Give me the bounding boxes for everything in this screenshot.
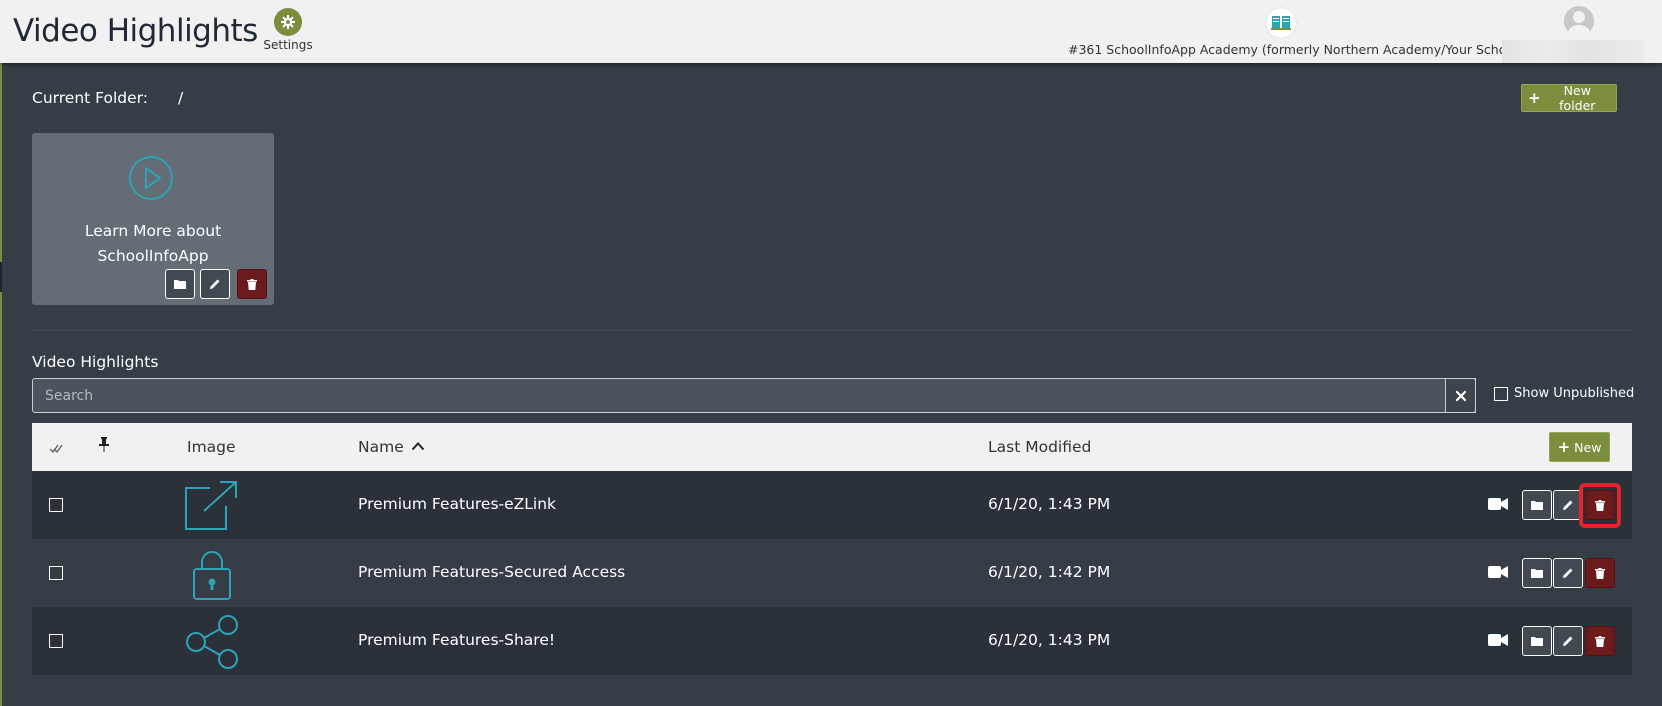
pencil-icon <box>1563 636 1573 646</box>
edit-button[interactable] <box>1553 626 1583 656</box>
current-folder-path: / <box>178 89 184 107</box>
share-icon <box>186 615 238 669</box>
row-last-modified: 6/1/20, 1:43 PM <box>988 631 1111 649</box>
delete-button[interactable] <box>1585 490 1615 520</box>
move-button[interactable] <box>1522 558 1552 588</box>
show-unpublished-label: Show Unpublished <box>1514 386 1635 401</box>
row-name: Premium Features-Secured Access <box>358 563 626 581</box>
show-unpublished-checkbox[interactable] <box>1494 386 1508 401</box>
folder-icon <box>1531 501 1543 510</box>
column-name-label: Name <box>358 438 404 456</box>
folder-card-title: Learn More about SchoolInfoApp <box>32 219 274 269</box>
row-name: Premium Features-Share! <box>358 631 556 649</box>
new-video-button[interactable]: + New <box>1549 432 1610 462</box>
table-row[interactable]: Premium Features-Share! 6/1/20, 1:43 PM <box>32 607 1632 675</box>
column-name[interactable]: Name <box>358 438 425 456</box>
close-icon <box>1455 390 1466 401</box>
edit-folder-button[interactable] <box>200 269 230 299</box>
avatar-icon <box>1564 6 1594 36</box>
new-video-label: New <box>1574 439 1602 455</box>
pencil-icon <box>1563 568 1573 578</box>
new-folder-button[interactable]: + New folder <box>1521 83 1617 113</box>
move-button[interactable] <box>1522 490 1552 520</box>
school-selector[interactable]: #361 SchoolInfoApp Academy (formerly Nor… <box>1068 8 1523 57</box>
user-menu[interactable] <box>1502 6 1644 63</box>
row-last-modified: 6/1/20, 1:43 PM <box>988 495 1111 513</box>
edit-button[interactable] <box>1553 490 1583 520</box>
row-checkbox[interactable] <box>49 498 63 512</box>
user-name-redacted <box>1502 40 1644 63</box>
new-folder-label: New folder <box>1559 83 1596 113</box>
top-header: Video Highlights Settings #361 SchoolInf… <box>0 0 1662 63</box>
trash-icon <box>1595 499 1605 511</box>
section-divider <box>32 330 1632 331</box>
row-name: Premium Features-eZLink <box>358 495 557 513</box>
sort-ascending-icon <box>411 442 424 451</box>
plus-icon: + <box>1528 89 1541 107</box>
folder-card[interactable]: Learn More about SchoolInfoApp <box>32 133 274 305</box>
play-icon <box>129 156 173 200</box>
clear-search-button[interactable] <box>1445 378 1476 413</box>
video-camera-icon[interactable] <box>1488 633 1508 647</box>
select-all-icon[interactable] <box>49 440 63 458</box>
row-checkbox[interactable] <box>49 634 63 648</box>
video-camera-icon[interactable] <box>1488 497 1508 511</box>
school-name: #361 SchoolInfoApp Academy (formerly Nor… <box>1068 42 1523 57</box>
move-button[interactable] <box>1522 626 1552 656</box>
lock-icon <box>193 551 231 600</box>
delete-folder-button[interactable] <box>237 269 267 299</box>
trash-icon <box>1595 635 1605 647</box>
plus-icon: + <box>1557 438 1571 456</box>
settings-button[interactable]: Settings <box>262 8 314 52</box>
settings-label: Settings <box>263 38 313 52</box>
column-image: Image <box>187 438 236 456</box>
pencil-icon <box>1563 500 1573 510</box>
table-row[interactable]: Premium Features-Secured Access 6/1/20, … <box>32 539 1632 607</box>
row-last-modified: 6/1/20, 1:42 PM <box>988 563 1111 581</box>
page-title: Video Highlights <box>13 13 258 49</box>
move-folder-button[interactable] <box>165 269 195 299</box>
edit-button[interactable] <box>1553 558 1583 588</box>
pin-icon[interactable] <box>99 437 109 457</box>
trash-icon <box>247 278 257 290</box>
sidebar-handle[interactable] <box>0 262 2 292</box>
current-folder: Current Folder: / <box>32 89 183 107</box>
show-unpublished-toggle[interactable]: Show Unpublished <box>1494 386 1634 401</box>
row-checkbox[interactable] <box>49 566 63 580</box>
folder-icon <box>1531 637 1543 646</box>
current-folder-label: Current Folder: <box>32 89 148 107</box>
column-last-modified[interactable]: Last Modified <box>988 438 1091 456</box>
school-logo-icon <box>1266 8 1296 38</box>
table-header: Image Name Last Modified + New <box>32 423 1632 471</box>
delete-button[interactable] <box>1585 626 1615 656</box>
trash-icon <box>1595 567 1605 579</box>
gear-icon <box>274 8 302 36</box>
pencil-icon <box>210 279 220 289</box>
list-section-title: Video Highlights <box>32 353 159 371</box>
delete-button[interactable] <box>1585 558 1615 588</box>
folder-icon <box>1531 569 1543 578</box>
folder-card-title-line2: SchoolInfoApp <box>97 247 209 265</box>
table-row[interactable]: Premium Features-eZLink 6/1/20, 1:43 PM <box>32 471 1632 539</box>
search-input[interactable] <box>32 378 1476 413</box>
left-accent-bar <box>0 63 2 706</box>
folder-icon <box>174 280 186 289</box>
video-camera-icon[interactable] <box>1488 565 1508 579</box>
folder-card-title-line1: Learn More about <box>84 222 222 240</box>
external-link-icon <box>185 481 237 530</box>
